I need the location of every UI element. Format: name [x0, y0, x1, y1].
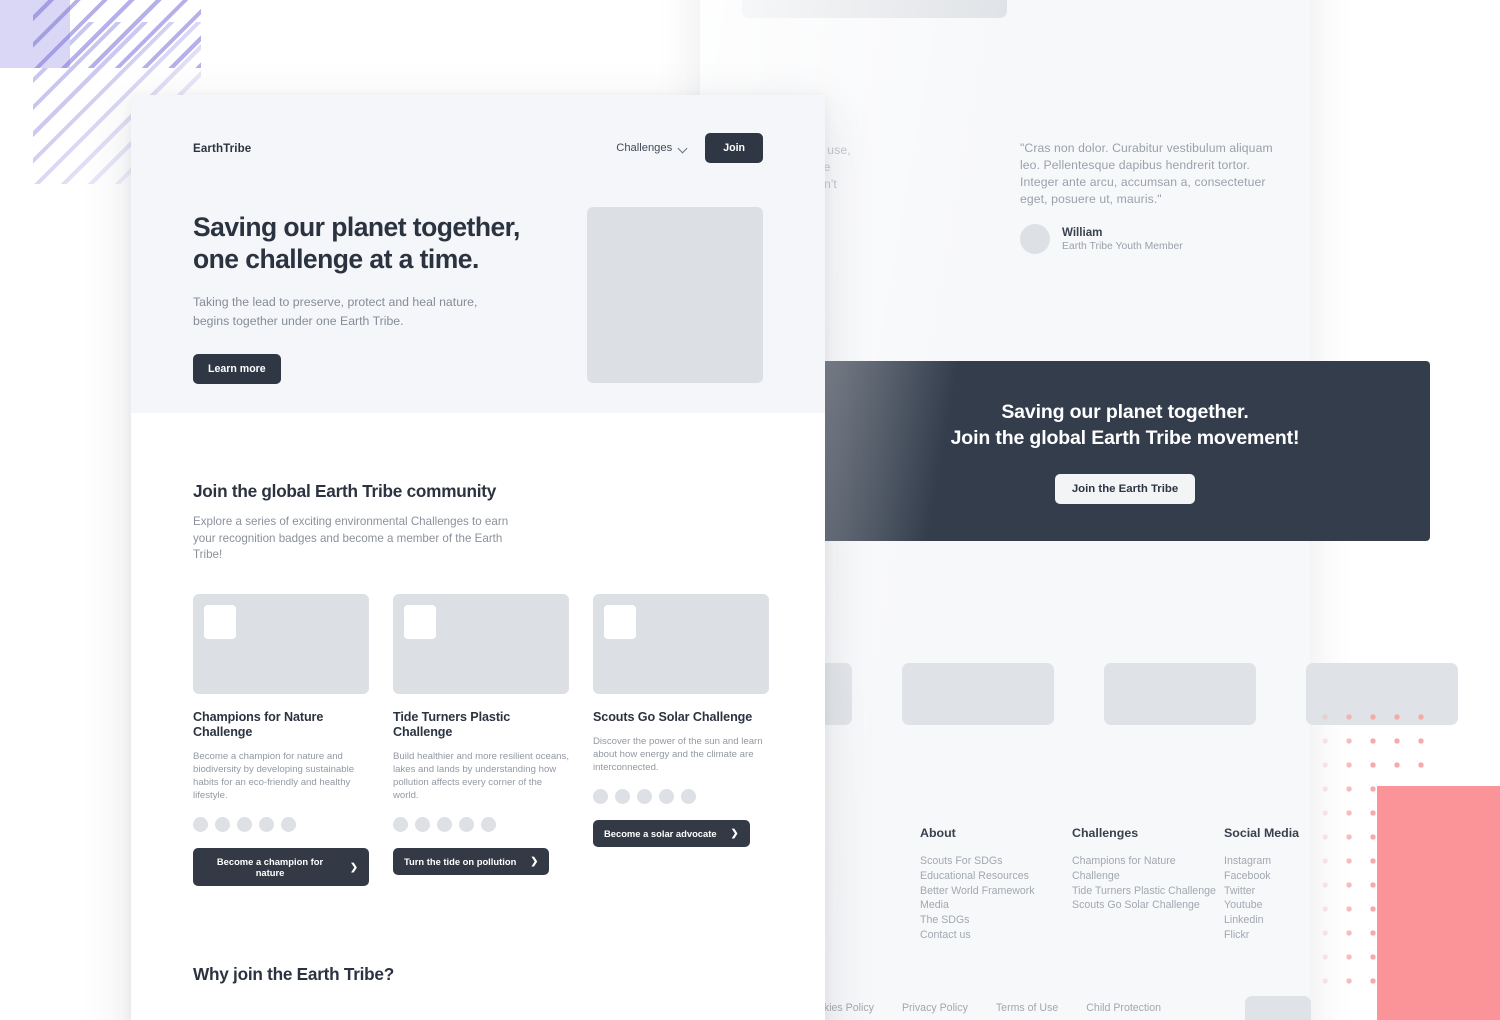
hero-subtitle-line1: Taking the lead to preserve, protect and… [193, 295, 478, 309]
challenge-card-cta-button[interactable]: Become a solar advocate ❯ [593, 820, 750, 848]
chevron-down-icon [679, 144, 688, 153]
challenge-badge-dots [593, 789, 769, 805]
image-placeholder [1104, 663, 1256, 725]
footer-column-title: About [920, 826, 956, 840]
nav-item-challenges-label: Challenges [616, 142, 673, 154]
footer-link[interactable]: Media [920, 898, 1072, 913]
why-section: Why join the Earth Tribe? Join the commu… [131, 886, 825, 1020]
challenge-card[interactable]: Champions for Nature Challenge Become a … [193, 593, 369, 887]
foreground-page: EarthTribe Challenges Join Saving our pl… [131, 95, 825, 1020]
footer-link[interactable]: Tide Turners Plastic Challenge [1072, 884, 1224, 899]
learn-more-button[interactable]: Learn more [193, 354, 281, 384]
challenge-card-list: Champions for Nature Challenge Become a … [193, 593, 769, 887]
hero-subtitle: Taking the lead to preserve, protect and… [193, 293, 551, 330]
badge-dot [659, 789, 674, 805]
challenge-badge-icon [204, 604, 236, 639]
rear-hero-image-placeholder [742, 0, 1007, 18]
chevron-right-icon: ❯ [730, 827, 739, 839]
challenge-card-title: Tide Turners Plastic Challenge [393, 709, 511, 739]
challenge-card-cta-label: Turn the tide on pollution [404, 856, 517, 868]
badge-dot [237, 817, 252, 833]
legal-link-child-protection[interactable]: Child Protection [1086, 1002, 1161, 1014]
footer-link[interactable]: Contact us [920, 928, 1072, 943]
community-section: Join the global Earth Tribe community Ex… [131, 413, 825, 887]
pink-block-decoration [1377, 786, 1500, 1020]
top-navigation: EarthTribe Challenges Join [193, 95, 763, 163]
footer-link[interactable]: Scouts Go Solar Challenge [1072, 898, 1224, 913]
brand-logo[interactable]: EarthTribe [193, 142, 251, 155]
testimonial-right-text: "Cras non dolor. Curabitur vestibulum al… [1020, 141, 1273, 206]
challenge-card-description: Build healthier and more resilient ocean… [393, 750, 569, 802]
testimonial-right-name: William [1062, 225, 1103, 239]
footer-column-challenges: Challenges Champions for Nature Challeng… [1072, 826, 1224, 943]
challenge-badge-dots [393, 817, 569, 833]
testimonial-right-role: Earth Tribe Youth Member [1062, 240, 1183, 252]
footer-link[interactable]: Champions for Nature Challenge [1072, 854, 1224, 884]
badge-dot [681, 789, 696, 805]
cta-headline-line2: Join the global Earth Tribe movement! [950, 426, 1300, 449]
challenge-badge-icon [404, 604, 436, 639]
nav-item-challenges[interactable]: Challenges [616, 142, 688, 154]
badge-dot [281, 817, 296, 833]
legal-link-privacy-policy[interactable]: Privacy Policy [902, 1002, 968, 1014]
footer-link[interactable]: Educational Resources [920, 869, 1072, 884]
rear-footer: About Scouts For SDGs Educational Resour… [920, 826, 1376, 943]
challenge-card-title: Scouts Go Solar Challenge [593, 709, 753, 724]
avatar [1020, 224, 1050, 254]
rear-cta-banner: Saving our planet together. Join the glo… [820, 361, 1430, 541]
footer-column-title: Challenges [1072, 826, 1139, 840]
challenge-card-description: Discover the power of the sun and learn … [593, 735, 763, 773]
join-the-earth-tribe-button[interactable]: Join the Earth Tribe [1054, 473, 1196, 504]
challenge-card-cta-label: Become a champion for nature [216, 856, 324, 879]
badge-dot [615, 789, 630, 805]
badge-dot [437, 817, 452, 833]
cta-headline-line1: Saving our planet together. [1001, 400, 1249, 423]
chevron-right-icon: ❯ [350, 861, 358, 873]
challenge-card-image-placeholder [593, 593, 769, 694]
hero-title-line1: Saving our planet together, [193, 212, 520, 242]
badge-dot [259, 817, 274, 833]
footer-link[interactable]: Scouts For SDGs [920, 854, 1072, 869]
challenge-card-image-placeholder [393, 593, 569, 694]
hero-title-line2: one challenge at a time. [193, 244, 479, 274]
hero-title: Saving our planet together, one challeng… [193, 211, 551, 275]
rear-testimonial-right: "Cras non dolor. Curabitur vestibulum al… [1020, 140, 1290, 254]
why-section-title: Why join the Earth Tribe? [193, 964, 394, 985]
chevron-right-icon: ❯ [530, 856, 539, 868]
badge-dot [637, 789, 652, 805]
challenge-card-title: Champions for Nature Challenge [193, 709, 324, 739]
challenge-card-description: Become a champion for nature and biodive… [193, 750, 355, 802]
challenge-card-cta-label: Become a solar advocate [604, 828, 717, 840]
image-placeholder [1245, 996, 1311, 1020]
hero-subtitle-line2: begins together under one Earth Tribe. [193, 313, 404, 328]
footer-link[interactable]: Better World Framework [920, 884, 1072, 899]
badge-dot [215, 817, 230, 833]
challenge-card-cta-button[interactable]: Turn the tide on pollution ❯ [393, 848, 550, 876]
legal-link-cookies-policy[interactable]: okies Policy [818, 1002, 874, 1014]
challenge-card-image-placeholder [193, 593, 369, 694]
challenge-badge-dots [193, 817, 369, 833]
footer-link[interactable]: The SDGs [920, 913, 1072, 928]
challenge-card[interactable]: Scouts Go Solar Challenge Discover the p… [593, 593, 769, 887]
hero-section: EarthTribe Challenges Join Saving our pl… [131, 95, 825, 413]
hero-image-placeholder [587, 207, 763, 383]
rear-legal-links: okies Policy Privacy Policy Terms of Use… [818, 1002, 1161, 1014]
footer-column-about: About Scouts For SDGs Educational Resour… [920, 826, 1072, 943]
badge-dot [459, 817, 474, 833]
badge-dot [481, 817, 496, 833]
badge-dot [593, 789, 608, 805]
badge-dot [415, 817, 430, 833]
image-placeholder [902, 663, 1054, 725]
join-button[interactable]: Join [705, 133, 763, 163]
legal-link-terms-of-use[interactable]: Terms of Use [996, 1002, 1058, 1014]
challenge-badge-icon [604, 604, 636, 639]
badge-dot [393, 817, 408, 833]
community-section-subtitle: Explore a series of exciting environment… [193, 515, 509, 561]
screenshot-stage: Dominican Scouts helped raise more than … [0, 0, 1500, 1020]
challenge-card[interactable]: Tide Turners Plastic Challenge Build hea… [393, 593, 569, 887]
challenge-card-cta-button[interactable]: Become a champion for nature ❯ [193, 848, 369, 887]
badge-dot [193, 817, 208, 833]
community-section-title: Join the global Earth Tribe community [193, 481, 497, 501]
purple-stripes-overlay-decoration [33, 0, 201, 68]
